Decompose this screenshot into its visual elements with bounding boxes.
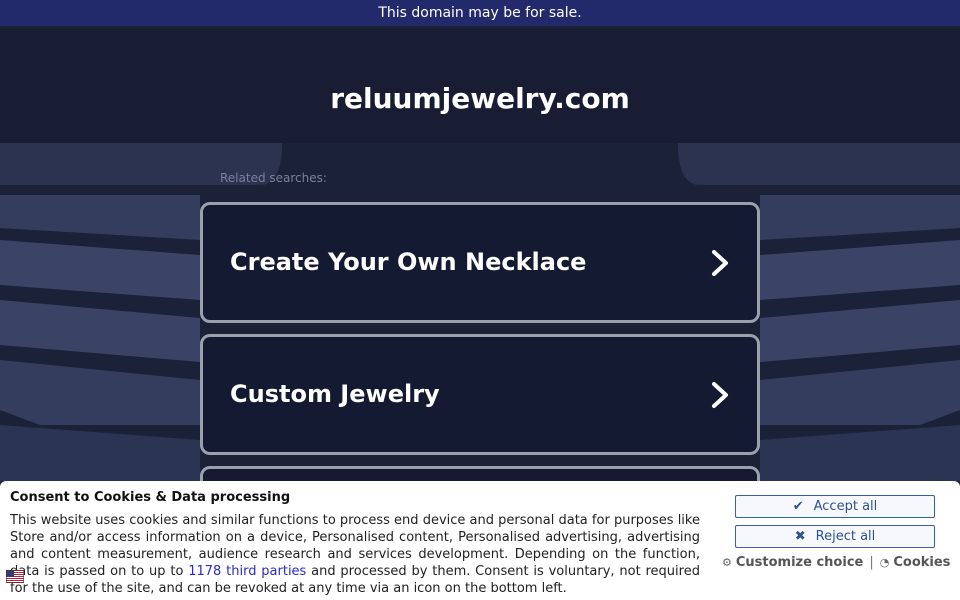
related-searches-label: Related searches: (220, 171, 327, 185)
related-search-link-1[interactable]: Create Your Own Necklace (200, 202, 760, 323)
third-parties-link[interactable]: 1178 third parties (188, 564, 306, 579)
chevron-right-icon (712, 250, 728, 276)
cookie-consent-banner: Consent to Cookies & Data processing Thi… (0, 481, 960, 600)
customize-choice-link[interactable]: Customize choice (736, 555, 863, 570)
domain-title: reluumjewelry.com (330, 82, 630, 115)
reject-all-label: Reject all (815, 529, 876, 544)
for-sale-banner[interactable]: This domain may be for sale. (0, 0, 960, 26)
gear-icon: ⚙ (722, 556, 732, 569)
related-search-link-2[interactable]: Custom Jewelry (200, 334, 760, 455)
cookies-link[interactable]: Cookies (893, 555, 950, 570)
consent-title: Consent to Cookies & Data processing (10, 490, 291, 505)
link-separator: | (869, 555, 874, 570)
related-search-label: Custom Jewelry (230, 380, 440, 408)
accept-all-button[interactable]: ✔ Accept all (735, 495, 935, 518)
chevron-right-icon (712, 382, 728, 408)
check-icon: ✔ (792, 499, 804, 514)
cookie-icon: ◔ (879, 556, 890, 569)
parked-domain-page: This domain may be for sale. reluumjewel… (0, 0, 960, 600)
language-flag-icon[interactable] (6, 570, 24, 583)
consent-links: ⚙ Customize choice | ◔ Cookies (722, 555, 952, 570)
reject-all-button[interactable]: ✖ Reject all (735, 525, 935, 548)
accept-all-label: Accept all (813, 499, 878, 514)
consent-description: This website uses cookies and similar fu… (10, 512, 700, 597)
x-icon: ✖ (794, 529, 806, 544)
related-search-label: Create Your Own Necklace (230, 248, 587, 276)
